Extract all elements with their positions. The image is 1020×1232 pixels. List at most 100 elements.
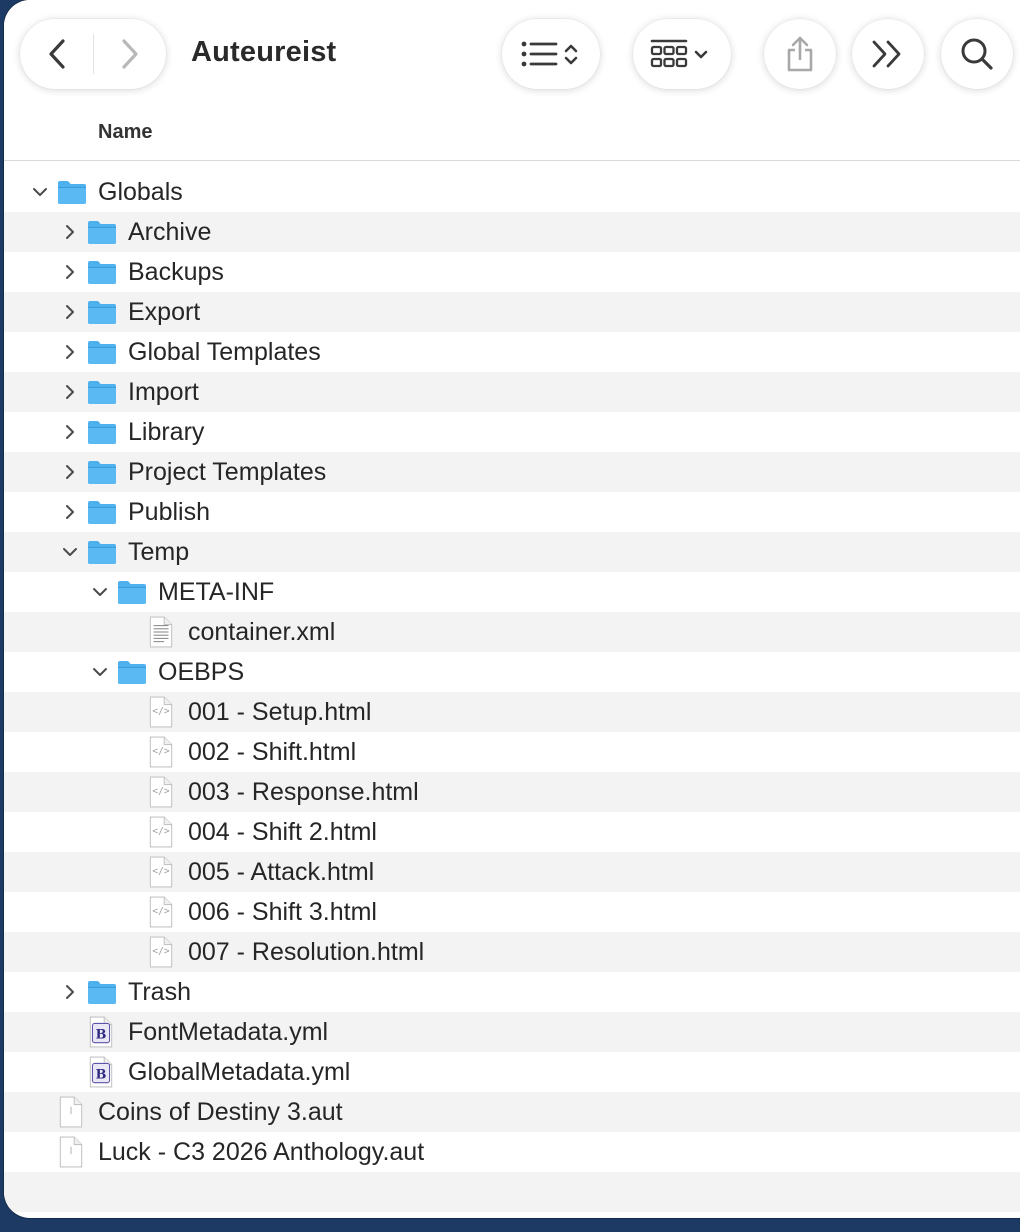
more-toolbar-items-button[interactable] [852,19,924,89]
share-button[interactable] [764,19,836,89]
file-row[interactable]: </> 002 - Shift.html [4,732,1020,772]
row-name: container.xml [188,618,336,646]
folder-icon [116,659,148,690]
folder-row[interactable]: Archive [4,212,1020,252]
share-icon [787,36,813,72]
folder-icon [86,499,118,530]
folder-row[interactable]: Globals [4,172,1020,212]
file-row[interactable]: </> 006 - Shift 3.html [4,892,1020,932]
file-row[interactable]: Coins of Destiny 3.aut [4,1092,1020,1132]
file-row[interactable]: B GlobalMetadata.yml [4,1052,1020,1092]
group-by-button[interactable] [633,19,731,89]
folder-icon [86,259,118,290]
folder-row[interactable]: Project Templates [4,452,1020,492]
yml-file-icon: B [88,1056,114,1093]
disclosure-collapsed-icon[interactable] [62,502,78,522]
file-row[interactable]: </> 005 - Attack.html [4,852,1020,892]
row-name: Trash [128,978,191,1006]
folder-icon [86,299,118,330]
disclosure-collapsed-icon[interactable] [62,982,78,1002]
finder-window: Auteureist Name Globals Archive Backups … [4,0,1020,1218]
disclosure-expanded-icon[interactable] [62,542,78,562]
window-title: Auteureist [191,36,337,68]
folder-icon [116,579,148,610]
search-icon [961,38,993,70]
view-options-button[interactable] [502,19,600,89]
yml-file-icon: B [88,1016,114,1053]
file-list: Globals Archive Backups Export Global Templa… [4,172,1020,1212]
html-file-icon: </> [148,896,174,933]
svg-text:</>: </> [152,866,170,877]
folder-icon [86,419,118,450]
back-button[interactable] [21,19,93,89]
file-row[interactable]: </> 004 - Shift 2.html [4,812,1020,852]
file-row[interactable]: </> 007 - Resolution.html [4,932,1020,972]
folder-icon [86,459,118,490]
svg-text:</>: </> [152,826,170,837]
svg-text:</>: </> [152,706,170,717]
folder-icon [86,379,118,410]
folder-row[interactable]: Import [4,372,1020,412]
html-file-icon: </> [148,856,174,893]
search-button[interactable] [941,19,1013,89]
html-file-icon: </> [148,816,174,853]
folder-icon [86,219,118,250]
file-row[interactable]: </> 001 - Setup.html [4,692,1020,732]
row-name: Backups [128,258,224,286]
disclosure-collapsed-icon[interactable] [62,382,78,402]
svg-text:B: B [96,1067,107,1082]
forward-button[interactable] [94,19,166,89]
folder-row[interactable]: Temp [4,532,1020,572]
row-name: 003 - Response.html [188,778,419,806]
row-name: Project Templates [128,458,327,486]
disclosure-expanded-icon[interactable] [92,582,108,602]
chevron-left-icon [48,39,65,69]
disclosure-expanded-icon[interactable] [32,182,48,202]
row-name: Temp [128,538,190,566]
row-name: FontMetadata.yml [128,1018,329,1046]
disclosure-collapsed-icon[interactable] [62,422,78,442]
folder-row[interactable]: Global Templates [4,332,1020,372]
chevron-right-icon [121,39,138,69]
svg-text:</>: </> [152,946,170,957]
folder-row[interactable]: Trash [4,972,1020,1012]
disclosure-collapsed-icon[interactable] [62,462,78,482]
svg-text:B: B [96,1027,107,1042]
folder-row[interactable]: OEBPS [4,652,1020,692]
html-file-icon: </> [148,736,174,773]
document-icon [58,1136,84,1173]
folder-row[interactable]: Export [4,292,1020,332]
disclosure-collapsed-icon[interactable] [62,342,78,362]
row-name: Luck - C3 2026 Anthology.aut [98,1138,425,1166]
html-file-icon: </> [148,936,174,973]
row-name: Global Templates [128,338,321,366]
folder-row[interactable]: META-INF [4,572,1020,612]
folder-row[interactable]: Backups [4,252,1020,292]
navigation-group [20,19,166,89]
row-name: Library [128,418,205,446]
list-view-icon [521,41,578,67]
disclosure-collapsed-icon[interactable] [62,302,78,322]
svg-text:</>: </> [152,746,170,757]
html-file-icon: </> [148,696,174,733]
document-icon [58,1096,84,1133]
row-name: Import [128,378,199,406]
row-name: OEBPS [158,658,245,686]
file-row[interactable]: container.xml [4,612,1020,652]
html-file-icon: </> [148,776,174,813]
disclosure-collapsed-icon[interactable] [62,222,78,242]
folder-row[interactable]: Library [4,412,1020,452]
file-row[interactable]: Luck - C3 2026 Anthology.aut [4,1132,1020,1172]
row-name: Coins of Destiny 3.aut [98,1098,343,1126]
folder-icon [56,179,88,210]
row-name: Publish [128,498,210,526]
row-name: 001 - Setup.html [188,698,372,726]
disclosure-collapsed-icon[interactable] [62,262,78,282]
name-column-header[interactable]: Name [98,121,152,144]
double-chevron-right-icon [872,40,901,68]
file-row[interactable]: </> 003 - Response.html [4,772,1020,812]
folder-row[interactable]: Publish [4,492,1020,532]
folder-icon [86,539,118,570]
disclosure-expanded-icon[interactable] [92,662,108,682]
file-row[interactable]: B FontMetadata.yml [4,1012,1020,1052]
